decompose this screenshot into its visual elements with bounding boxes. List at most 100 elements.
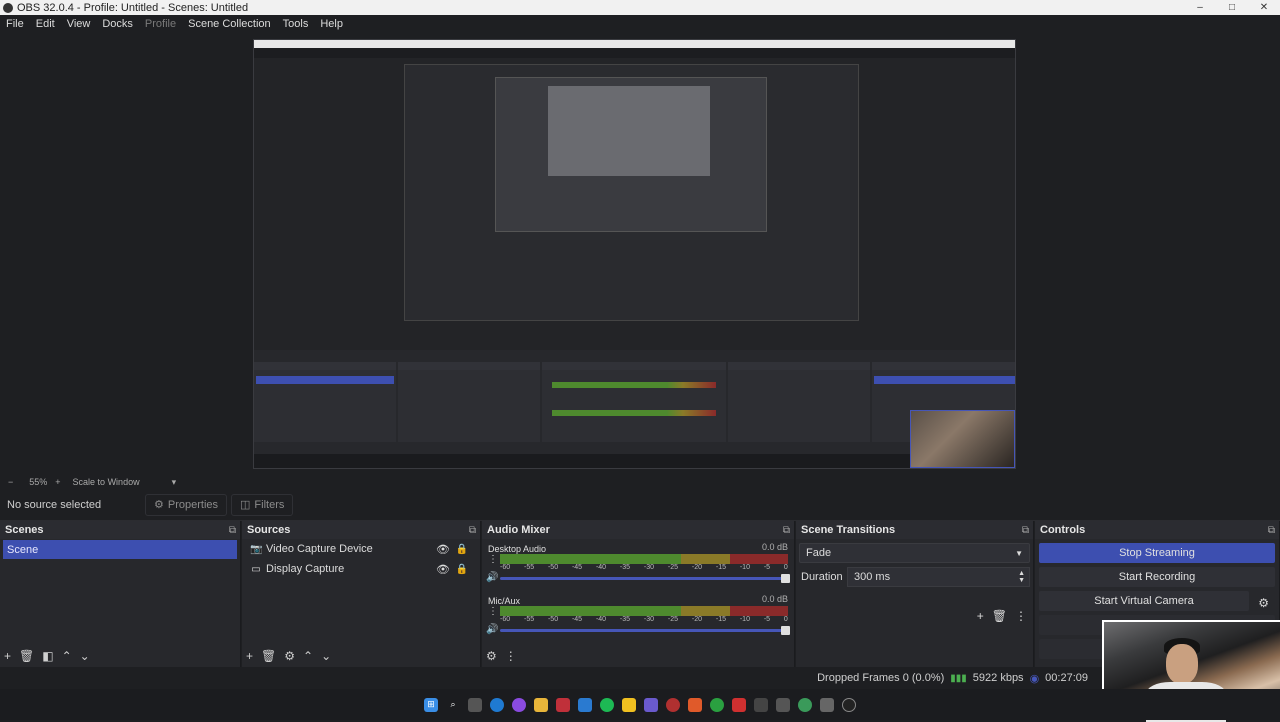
- app-gear-icon[interactable]: [776, 697, 790, 712]
- capcut-icon[interactable]: [754, 697, 768, 712]
- mixer-toolbar: ⚙ ⋮: [482, 645, 794, 667]
- menu-help[interactable]: Help: [314, 18, 349, 30]
- slider-handle[interactable]: [781, 626, 790, 635]
- menu-profile[interactable]: Profile: [139, 18, 182, 30]
- maximize-button[interactable]: □: [1216, 0, 1248, 15]
- start-recording-button[interactable]: Start Recording: [1039, 567, 1275, 587]
- lock-icon[interactable]: 🔒: [456, 544, 468, 555]
- dock-float-icon[interactable]: ⧉: [229, 525, 236, 536]
- remove-transition-icon[interactable]: 🗑: [992, 609, 1007, 623]
- volume-slider[interactable]: [500, 626, 790, 635]
- transitions-body: Fade ▼ Duration 300 ms ▲ ▼ + 🗑 ⋮: [796, 539, 1033, 645]
- channel-db: 0.0 dB: [761, 542, 788, 552]
- scale-mode-select[interactable]: Scale to Window: [73, 477, 140, 487]
- nested-inner-preview: [495, 77, 767, 232]
- zoom-in-button[interactable]: +: [55, 477, 60, 487]
- move-up-icon[interactable]: ⌃: [62, 649, 72, 663]
- dock-float-icon[interactable]: ⧉: [783, 525, 790, 536]
- scenes-title: Scenes: [5, 524, 44, 536]
- virtual-camera-settings-icon[interactable]: ⚙: [1258, 596, 1269, 610]
- menu-file[interactable]: File: [0, 18, 30, 30]
- menu-docks[interactable]: Docks: [96, 18, 139, 30]
- properties-button[interactable]: ⚙ Properties: [145, 493, 228, 516]
- transition-menu-icon[interactable]: ⋮: [1015, 609, 1027, 623]
- filters-button[interactable]: ◫ Filters: [231, 493, 294, 516]
- visibility-eye-icon[interactable]: 👁: [436, 543, 450, 556]
- mixer-dock-header: Audio Mixer ⧉: [482, 521, 794, 539]
- sources-list: 📷 Video Capture Device 👁 🔒 ▭ Display Cap…: [242, 539, 480, 645]
- start-icon[interactable]: ⊞: [424, 697, 438, 712]
- move-down-icon[interactable]: ⌄: [321, 649, 331, 663]
- lock-icon[interactable]: 🔒: [456, 564, 468, 575]
- nested-meter-1: [552, 382, 716, 388]
- menu-scene-collection[interactable]: Scene Collection: [182, 18, 277, 30]
- source-item-display-capture[interactable]: ▭ Display Capture 👁 🔒: [242, 559, 480, 579]
- volume-slider[interactable]: [500, 574, 790, 583]
- dock-float-icon[interactable]: ⧉: [1268, 525, 1275, 536]
- edge-icon[interactable]: [490, 697, 504, 712]
- menu-view[interactable]: View: [61, 18, 97, 30]
- visibility-eye-icon[interactable]: 👁: [436, 563, 450, 576]
- dock-float-icon[interactable]: ⧉: [1022, 525, 1029, 536]
- transition-tools: + 🗑 ⋮: [977, 609, 1027, 623]
- brave-icon[interactable]: [688, 697, 702, 712]
- preview-area[interactable]: [0, 33, 1280, 475]
- remove-scene-icon[interactable]: 🗑: [19, 649, 34, 663]
- dock-float-icon[interactable]: ⧉: [469, 525, 476, 536]
- minimize-button[interactable]: –: [1184, 0, 1216, 15]
- menu-tools[interactable]: Tools: [277, 18, 315, 30]
- source-item-video-capture[interactable]: 📷 Video Capture Device 👁 🔒: [242, 539, 480, 559]
- slider-handle[interactable]: [781, 574, 790, 583]
- add-source-icon[interactable]: +: [246, 649, 253, 663]
- chrome-icon[interactable]: [710, 697, 724, 712]
- channel-menu-icon[interactable]: ⋮: [488, 554, 498, 565]
- transitions-dock-header: Scene Transitions ⧉: [796, 521, 1033, 539]
- move-down-icon[interactable]: ⌄: [80, 649, 90, 663]
- meter-ticks: -60 -55 -50 -45 -40 -35 -30 -25 -20 -15 -10 -5 0: [500, 616, 788, 623]
- spotify-icon[interactable]: [600, 697, 614, 712]
- scale-mode-arrow-icon[interactable]: ▾: [172, 477, 177, 488]
- opera-icon[interactable]: [666, 697, 680, 712]
- app-l-icon[interactable]: [732, 697, 746, 712]
- remove-source-icon[interactable]: 🗑: [261, 649, 276, 663]
- app-red-icon[interactable]: [556, 697, 570, 712]
- file-explorer-icon[interactable]: [534, 697, 548, 712]
- speaker-icon[interactable]: 🔊: [486, 572, 498, 583]
- obs-taskbar-icon[interactable]: [842, 697, 856, 712]
- scene-transitions-dock: Scene Transitions ⧉ Fade ▼ Duration 300 …: [796, 521, 1034, 667]
- search-icon[interactable]: ⌕: [446, 698, 460, 712]
- mixer-menu-icon[interactable]: ⋮: [505, 649, 517, 663]
- notes-icon[interactable]: [622, 697, 636, 712]
- scene-filters-icon[interactable]: ◧: [42, 649, 53, 663]
- app-purple-icon[interactable]: [644, 697, 658, 712]
- browser-icon[interactable]: [512, 697, 526, 712]
- app-gray-icon[interactable]: [820, 697, 834, 712]
- channel-menu-icon[interactable]: ⋮: [488, 606, 498, 617]
- transition-select[interactable]: Fade ▼: [799, 543, 1030, 563]
- sources-toolbar: + 🗑 ⚙ ⌃ ⌄: [242, 645, 480, 667]
- speaker-icon[interactable]: 🔊: [486, 624, 498, 635]
- add-scene-icon[interactable]: +: [4, 649, 11, 663]
- preview-canvas[interactable]: [253, 39, 1016, 469]
- task-view-icon[interactable]: [468, 697, 482, 712]
- source-name: Video Capture Device: [266, 543, 373, 555]
- volume-meter: [500, 606, 788, 616]
- app-green-icon[interactable]: [798, 697, 812, 712]
- source-properties-icon[interactable]: ⚙: [284, 649, 295, 663]
- gear-icon: ⚙: [154, 499, 164, 511]
- advanced-audio-icon[interactable]: ⚙: [486, 649, 497, 663]
- add-transition-icon[interactable]: +: [977, 609, 984, 623]
- move-up-icon[interactable]: ⌃: [303, 649, 313, 663]
- spin-arrows-icon[interactable]: ▲ ▼: [1018, 570, 1025, 584]
- close-button[interactable]: ✕: [1248, 0, 1280, 15]
- scene-item[interactable]: Scene: [3, 540, 237, 559]
- start-virtual-camera-button[interactable]: Start Virtual Camera: [1039, 591, 1249, 611]
- menu-edit[interactable]: Edit: [30, 18, 61, 30]
- nested-mixer-dock: [542, 362, 726, 442]
- vscode-icon[interactable]: [578, 697, 592, 712]
- zoom-out-button[interactable]: −: [8, 477, 13, 487]
- controls-title: Controls: [1040, 524, 1086, 536]
- duration-spinbox[interactable]: 300 ms ▲ ▼: [847, 567, 1030, 587]
- nested-sources-dock: [398, 362, 540, 442]
- stop-streaming-button[interactable]: Stop Streaming: [1039, 543, 1275, 563]
